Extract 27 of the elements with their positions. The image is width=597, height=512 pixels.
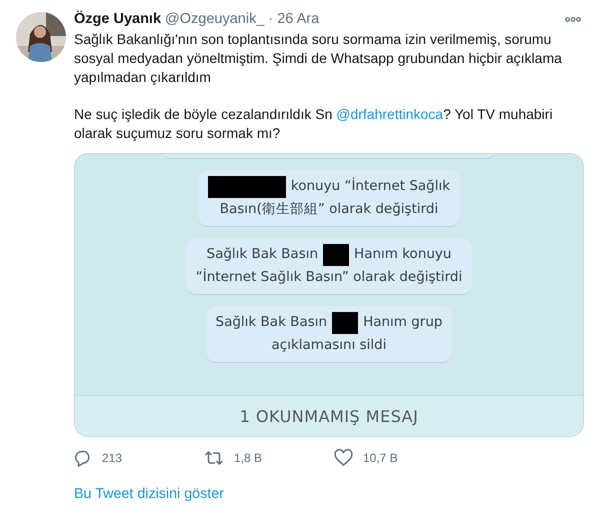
unread-banner: 1 OKUNMAMIŞ MESAJ [75,395,583,436]
tweet-text: Ne suç işledik de böyle cezalandırıldık Sn @drfahrettinkoca? Yol TV muhabiri olarak suçumuz soru sormak mı? [74,105,554,143]
message-text: Hanım grup [363,313,442,332]
redaction-bar [332,312,358,334]
message-text: Sağlık Bak Basın [216,313,328,332]
message-text: Hanım konuyu [354,245,452,264]
action-count: 213 [102,451,122,465]
chat-screenshot[interactable]: konuyu “İnternet Sağlık Basın(衛生部組” olarak değiştirdi Sağlık Bak Basın Hanım konuyu “İnternet Sağlık Basın” olarak değiştirdi Sağlık Bak Basın Hanım grup açıklamasını sildi 1 OKUNMAMIŞ MESAJ [74,153,584,437]
action-count: 10,7 B [363,451,398,465]
action-count: 1,8 B [234,451,262,465]
more-icon[interactable] [565,16,581,22]
author-name[interactable]: Özge Uyanık [74,11,162,27]
mention-link[interactable]: @drfahrettinkoca [336,106,444,122]
retweet-icon[interactable] [204,449,224,467]
message-text: konuyu “İnternet Sağlık [290,176,450,196]
separator-dot: · [268,11,274,27]
message-text: “İnternet Sağlık Basın” olarak değiştirdi [196,268,462,287]
tweet-date[interactable]: 26 Ara [277,11,320,27]
redaction-bar [323,244,350,266]
thread-link[interactable]: Bu Tweet dizisini göster [74,486,224,502]
heart-icon[interactable] [334,449,353,467]
tweet-text: Sağlık Bakanlığı'nın son toplantısında soru sormama izin verilmemiş, sorumu sosyal medyadan yöneltmiştim. Şimdi de Whatsapp grubundan hiçbir açıklama yapılmadan çıkarıldım [74,30,563,87]
speech-bubble-icon[interactable] [74,449,92,467]
message-text: Basın(衛生部組” olarak değiştirdi [220,200,438,219]
message-text: açıklamasını sildi [272,336,386,355]
message-text: Sağlık Bak Basın [206,245,318,264]
author-handle: @Ozgeuyanik_ [165,11,264,27]
